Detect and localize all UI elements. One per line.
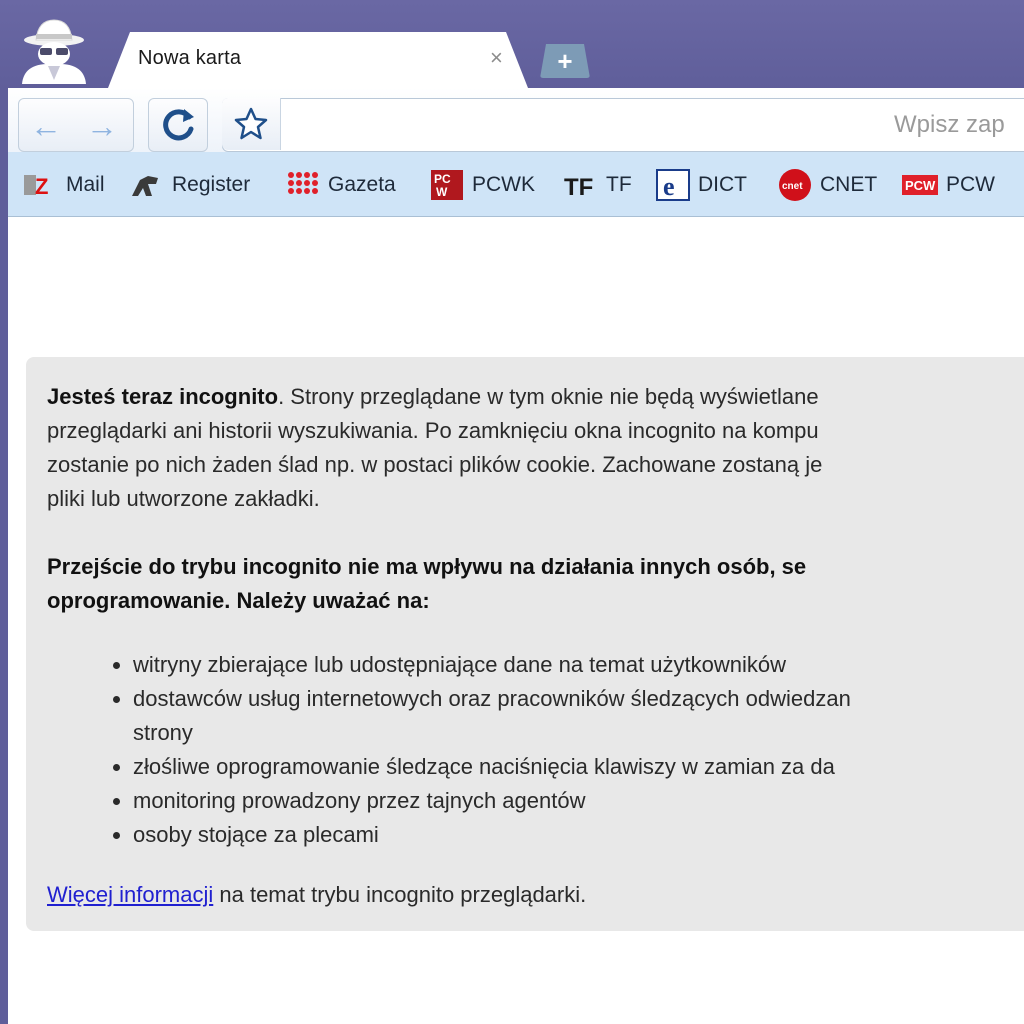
svg-text:PCW: PCW — [905, 178, 936, 193]
bookmark-label: PCW — [946, 173, 995, 196]
bookmark-label: Gazeta — [328, 173, 396, 196]
dict-icon: e — [656, 169, 690, 201]
intro-line-3: zostanie po nich żaden ślad np. w postac… — [47, 452, 823, 477]
bookmark-dict[interactable]: e DICT — [656, 168, 747, 202]
bookmark-register[interactable]: Register — [130, 168, 250, 202]
more-info-link[interactable]: Więcej informacji — [47, 882, 213, 907]
incognito-heading: Jesteś teraz incognito — [47, 384, 279, 409]
pcw-icon: PCW — [902, 175, 938, 195]
omnibox-placeholder: Wpisz zap — [894, 111, 1005, 138]
reload-button[interactable] — [148, 98, 208, 152]
svg-text:PC: PC — [434, 172, 451, 186]
list-item-continuation: strony — [133, 720, 193, 745]
cnet-icon: cnet — [779, 169, 811, 201]
bookmark-pcw[interactable]: PCW PCW — [902, 168, 995, 202]
bookmark-label: PCWK — [472, 173, 535, 196]
tf-icon: TF — [564, 174, 593, 198]
bookmark-gazeta[interactable]: Gazeta — [286, 168, 396, 202]
tracking-list: witryny zbierające lub udostępniające da… — [85, 648, 851, 852]
bookmark-label: CNET — [820, 173, 878, 196]
svg-text:e: e — [663, 172, 675, 201]
reload-icon — [163, 109, 194, 141]
star-icon — [234, 107, 268, 140]
list-item: osoby stojące za plecami — [133, 818, 851, 852]
intro-line-4: pliki lub utworzone zakładki. — [47, 486, 320, 511]
svg-text:W: W — [436, 185, 448, 199]
list-item-text: dostawców usług internetowych oraz praco… — [133, 686, 851, 711]
more-info-text: na temat trybu incognito przeglądarki. — [213, 882, 587, 907]
more-info-line: Więcej informacji na temat trybu incogni… — [47, 878, 586, 912]
bookmark-label: DICT — [698, 173, 747, 196]
gazeta-icon — [288, 172, 318, 194]
list-item: złośliwe oprogramowanie śledzące naciśni… — [133, 750, 851, 784]
warning-line-2: oprogramowanie. Należy uważać na: — [47, 588, 430, 613]
register-icon — [132, 176, 158, 196]
bookmark-label: Register — [172, 173, 251, 196]
svg-text:Z: Z — [35, 174, 48, 198]
bookmark-label: Mail — [66, 173, 105, 196]
list-item: monitoring prowadzony przez tajnych agen… — [133, 784, 851, 818]
bookmark-mail[interactable]: Z Mail — [24, 168, 105, 202]
forward-arrow-icon[interactable]: → — [82, 106, 122, 146]
bookmark-cnet[interactable]: cnet CNET — [778, 168, 877, 202]
intro-line-2: przeglądarki ani historii wyszukiwania. … — [47, 418, 819, 443]
bookmark-star-button[interactable] — [222, 98, 281, 150]
ez-mail-icon: Z — [24, 174, 48, 198]
bookmark-tf[interactable]: TF TF — [564, 168, 632, 202]
plus-icon[interactable]: + — [550, 46, 580, 76]
svg-text:cnet: cnet — [782, 181, 803, 192]
tab-title: Nowa karta — [138, 47, 242, 69]
bookmark-pcwk[interactable]: PC W PCWK — [430, 168, 535, 202]
intro-text: . Strony przeglądane w tym oknie nie będ… — [278, 384, 819, 409]
pcwk-icon: PC W — [431, 170, 463, 200]
bookmark-label: TF — [606, 173, 632, 196]
svg-text:TF: TF — [564, 174, 593, 198]
warning-line-1: Przejście do trybu incognito nie ma wpły… — [47, 554, 807, 579]
tab-close-icon[interactable]: × — [490, 47, 503, 69]
list-item: dostawców usług internetowych oraz praco… — [133, 682, 851, 750]
intro-line-1: Jesteś teraz incognito. Strony przegląda… — [47, 380, 819, 414]
list-item: witryny zbierające lub udostępniające da… — [133, 648, 851, 682]
back-arrow-icon[interactable]: ← — [26, 106, 66, 146]
incognito-spy-icon — [22, 19, 86, 84]
